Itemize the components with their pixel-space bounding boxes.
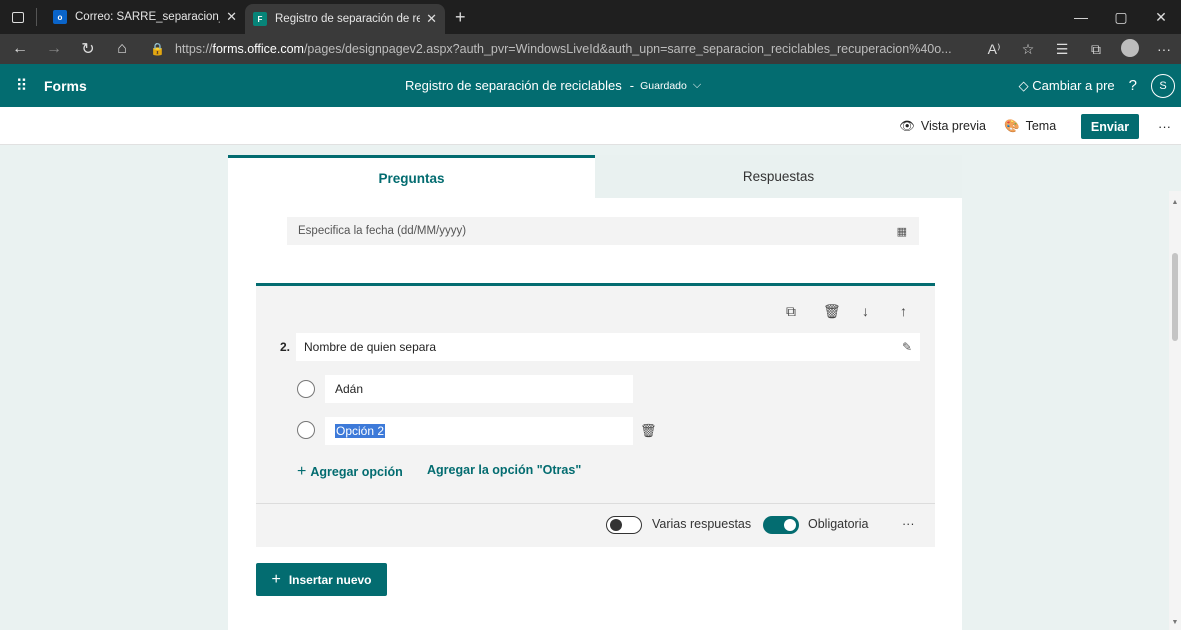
diamond-icon: ◇: [1018, 77, 1029, 93]
option-radio: [297, 380, 315, 398]
add-favorite-icon[interactable]: ☆: [1011, 41, 1045, 58]
option-label: Adán: [335, 382, 364, 396]
scroll-thumb[interactable]: [1172, 253, 1178, 341]
url-path: /pages/designpagev2.aspx?auth_pvr=Window…: [303, 42, 952, 56]
insert-new-label: Insertar nuevo: [288, 572, 372, 587]
form-title-area[interactable]: Registro de separación de reciclables - …: [405, 64, 701, 107]
read-aloud-icon[interactable]: A⁾: [977, 41, 1011, 58]
question-title-input[interactable]: Nombre de quien separa ✎: [296, 333, 920, 361]
move-up-icon[interactable]: ↑: [900, 300, 907, 322]
app-launcher-icon[interactable]: ⠿: [0, 76, 44, 96]
browser-tab-strip: o Correo: SARRE_separacion_recicl ✕ F Re…: [0, 0, 1181, 34]
browser-tab-outlook[interactable]: o Correo: SARRE_separacion_recicl ✕: [45, 0, 245, 34]
forward-icon[interactable]: →: [40, 40, 68, 58]
date-input[interactable]: Especifica la fecha (dd/MM/yyyy) ▦: [287, 217, 919, 245]
preview-button[interactable]: 👁 Vista previa: [899, 107, 986, 145]
editor-tabs: Preguntas Respuestas: [228, 155, 962, 198]
help-button[interactable]: ?: [1129, 77, 1137, 94]
multiple-answers-label: Varias respuestas: [652, 517, 752, 531]
insert-new-button[interactable]: + Insertar nuevo: [256, 563, 387, 596]
app-name[interactable]: Forms: [44, 78, 87, 94]
add-option-button[interactable]: + Agregar opción: [297, 463, 403, 481]
copy-icon[interactable]: ⧉: [786, 300, 796, 322]
question-more-icon[interactable]: ···: [902, 517, 915, 531]
theme-button[interactable]: 🎨 Tema: [1004, 107, 1056, 145]
window-controls: — ▢ ✕: [1061, 0, 1181, 34]
favorites-icon[interactable]: ☰: [1045, 41, 1079, 58]
form-title: Registro de separación de reciclables: [405, 78, 622, 93]
maximize-button[interactable]: ▢: [1101, 9, 1141, 26]
browser-tab-forms[interactable]: F Registro de separación de recicla ✕: [245, 4, 445, 34]
question-number: 2.: [280, 340, 291, 354]
question-card: [256, 283, 935, 547]
home-icon[interactable]: ⌂: [108, 40, 136, 58]
saved-status: Guardado: [640, 79, 687, 92]
option-radio: [297, 421, 315, 439]
back-icon[interactable]: ←: [6, 40, 34, 58]
tab-title: Registro de separación de recicla: [275, 13, 421, 25]
add-other-option-button[interactable]: Agregar la opción "Otras": [427, 463, 581, 477]
multiple-answers-toggle[interactable]: [606, 516, 642, 534]
plus-icon: +: [297, 463, 307, 480]
forms-app-header: ⠿ Forms Registro de separación de recicl…: [0, 64, 1181, 107]
required-toggle[interactable]: [763, 516, 799, 534]
card-divider: [256, 503, 935, 504]
upgrade-button[interactable]: ◇ Cambiar a pre: [1019, 78, 1115, 94]
add-option-label: Agregar opción: [310, 465, 403, 479]
browser-toolbar-right: A⁾ ☆ ☰ ⧉ ···: [977, 38, 1181, 60]
forms-icon: F: [253, 12, 267, 26]
header-right: ◇ Cambiar a pre ? S: [1019, 64, 1175, 107]
browser-navbar: ← → ↻ ⌂ 🔒 https://forms.office.com/pages…: [0, 34, 1181, 64]
title-separator: -: [629, 78, 635, 93]
close-tab-icon[interactable]: ✕: [426, 11, 437, 27]
plus-icon: +: [271, 570, 281, 588]
theme-icon: 🎨: [1004, 118, 1020, 133]
send-button[interactable]: Enviar: [1081, 114, 1139, 139]
media-icon[interactable]: ✎: [902, 340, 912, 354]
tab-actions-icon[interactable]: [0, 0, 36, 34]
question-title: Nombre de quien separa: [304, 340, 437, 354]
command-bar: 👁 Vista previa 🎨 Tema Enviar ···: [0, 107, 1181, 145]
preview-label: Vista previa: [920, 119, 986, 133]
option-input[interactable]: Opción 2: [325, 417, 633, 445]
option-label: Opción 2: [335, 424, 386, 438]
refresh-icon[interactable]: ↻: [74, 39, 102, 59]
move-down-icon[interactable]: ↓: [862, 300, 869, 322]
address-bar[interactable]: 🔒 https://forms.office.com/pages/designp…: [150, 42, 977, 56]
new-tab-button[interactable]: +: [455, 7, 466, 28]
user-avatar[interactable]: S: [1151, 73, 1175, 98]
profile-icon[interactable]: [1113, 38, 1147, 60]
scroll-up-icon[interactable]: ▲: [1169, 199, 1181, 206]
theme-label: Tema: [1025, 119, 1057, 133]
lock-icon: 🔒: [150, 42, 165, 56]
chevron-down-icon: ⌵: [692, 79, 702, 91]
calendar-icon[interactable]: ▦: [897, 225, 907, 238]
delete-option-icon[interactable]: 🗑: [640, 423, 657, 439]
tab-title: Correo: SARRE_separacion_recicl: [75, 11, 220, 23]
close-tab-icon[interactable]: ✕: [226, 9, 237, 25]
outlook-icon: o: [53, 10, 67, 24]
scroll-down-icon[interactable]: ▼: [1169, 619, 1181, 626]
more-options-icon[interactable]: ···: [1158, 107, 1171, 145]
trash-icon[interactable]: 🗑: [823, 300, 841, 322]
eye-icon: 👁: [899, 118, 915, 133]
collections-icon[interactable]: ⧉: [1079, 41, 1113, 58]
url-domain: forms.office.com: [212, 42, 304, 56]
url-prefix: https://: [174, 42, 213, 56]
upgrade-label: Cambiar a pre: [1032, 77, 1115, 93]
close-window-button[interactable]: ✕: [1141, 9, 1181, 26]
tab-questions[interactable]: Preguntas: [228, 155, 595, 198]
minimize-button[interactable]: —: [1061, 9, 1101, 25]
required-label: Obligatoria: [808, 517, 869, 531]
tab-divider: [36, 8, 37, 26]
date-placeholder: Especifica la fecha (dd/MM/yyyy): [298, 225, 467, 237]
option-input[interactable]: Adán: [325, 375, 633, 403]
tab-responses[interactable]: Respuestas: [595, 155, 962, 198]
page-scrollbar[interactable]: ▲ ▼: [1169, 191, 1181, 630]
browser-menu-icon[interactable]: ···: [1147, 41, 1181, 57]
